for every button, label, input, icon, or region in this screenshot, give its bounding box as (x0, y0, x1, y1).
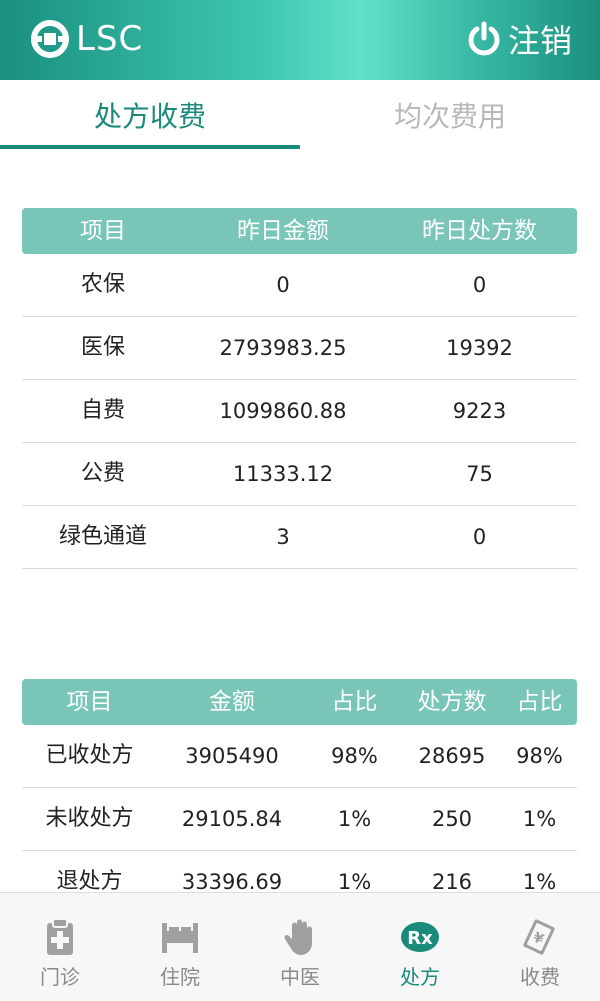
logo-text: LSC (76, 19, 144, 59)
count-cell: 75 (466, 462, 493, 486)
column-header: 占比 (516, 689, 563, 715)
power-icon (468, 21, 500, 56)
prescription-status-scroll[interactable]: 项目 金额 占比 处方数 占比 已收处方 3905490 98% 28695 9… (0, 679, 600, 892)
yesterday-summary-table: 项目 昨日金额 昨日处方数 农保 0 0 医保 2793983.25 19392… (22, 208, 577, 569)
count-cell: 0 (472, 525, 487, 549)
table-row: 未收处方 29105.84 1% 250 1% (22, 788, 577, 851)
count-cell: 28695 (418, 744, 486, 768)
ratio-cell: 98% (331, 744, 378, 768)
amount-cell: 3 (276, 525, 290, 549)
amount-cell: 29105.84 (181, 807, 283, 831)
row-label: 已收处方 (45, 743, 134, 768)
row-label: 自费 (80, 398, 125, 423)
prescription-status-table: 项目 金额 占比 处方数 占比 已收处方 3905490 98% 28695 9… (22, 679, 577, 892)
count-cell: 250 (431, 807, 473, 831)
column-header: 处方数 (417, 689, 487, 715)
nav-label: 门诊 (40, 965, 80, 989)
nav-item-outpatient[interactable]: 门诊 (0, 893, 120, 1001)
column-header: 昨日金额 (237, 218, 329, 244)
nav-item-inpatient[interactable]: 住院 (120, 893, 240, 1001)
ratio-cell: 1% (522, 870, 557, 892)
yuan-bill-icon: ¥ (523, 919, 555, 955)
column-header: 占比 (331, 689, 378, 715)
tab-average-cost[interactable]: 均次费用 (300, 80, 600, 150)
bottom-nav: 门诊 住院 中医 Rx 处方 ¥ 收费 (0, 892, 600, 1001)
table-row: 医保 2793983.25 19392 (22, 317, 577, 380)
hand-icon (284, 919, 312, 955)
amount-cell: 2793983.25 (219, 336, 347, 360)
table-header: 项目 昨日金额 昨日处方数 (22, 208, 577, 254)
table-row: 公费 11333.12 75 (22, 443, 577, 506)
app-header: LSC 注销 (0, 0, 600, 80)
table-row: 退处方 33396.69 1% 216 1% (22, 851, 577, 892)
count-cell: 19392 (446, 336, 513, 360)
amount-cell: 0 (276, 273, 290, 297)
clipboard-plus-icon (47, 918, 73, 955)
amount-cell: 3905490 (185, 744, 279, 768)
amount-cell: 33396.69 (181, 870, 283, 892)
table-header: 项目 金额 占比 处方数 占比 (22, 679, 577, 725)
tab-prescription-fees[interactable]: 处方收费 (0, 80, 300, 150)
row-label: 农保 (80, 272, 125, 297)
ratio-cell: 1% (337, 870, 372, 892)
column-header: 昨日处方数 (422, 218, 537, 244)
row-label: 未收处方 (45, 806, 134, 831)
nav-item-billing[interactable]: ¥ 收费 (480, 893, 600, 1001)
app-logo: LSC (30, 18, 143, 60)
nav-label: 收费 (520, 965, 560, 989)
amount-cell: 1099860.88 (219, 399, 347, 423)
row-label: 医保 (80, 335, 125, 360)
table-row: 自费 1099860.88 9223 (22, 380, 577, 443)
count-cell: 9223 (452, 399, 507, 423)
ratio-cell: 1% (337, 807, 372, 831)
column-header: 项目 (80, 218, 126, 244)
nav-label: 中医 (280, 965, 320, 989)
nav-item-prescription[interactable]: Rx 处方 (360, 893, 480, 1001)
nav-item-tcm[interactable]: 中医 (240, 893, 360, 1001)
amount-cell: 11333.12 (232, 462, 334, 486)
nav-label: 住院 (160, 965, 200, 989)
logout-label: 注销 (507, 22, 572, 60)
bed-icon (162, 923, 198, 953)
nav-label: 处方 (400, 965, 440, 989)
logout-button[interactable]: 注销 (466, 18, 572, 60)
count-cell: 0 (472, 273, 487, 297)
svg-text:Rx: Rx (407, 928, 433, 949)
tab-bar: 处方收费 均次费用 (0, 80, 600, 150)
table-row: 农保 0 0 (22, 254, 577, 317)
table-row: 绿色通道 3 0 (22, 506, 577, 569)
table-row: 已收处方 3905490 98% 28695 98% (22, 725, 577, 788)
column-header: 项目 (66, 689, 113, 715)
active-tab-indicator (0, 145, 300, 149)
column-header: 金额 (209, 689, 255, 715)
row-label: 退处方 (56, 869, 123, 892)
rx-icon: Rx (401, 922, 439, 952)
ratio-cell: 98% (516, 744, 563, 768)
logo-icon (31, 20, 69, 58)
row-label: 绿色通道 (58, 524, 147, 549)
row-label: 公费 (80, 461, 125, 486)
count-cell: 216 (431, 870, 473, 892)
ratio-cell: 1% (522, 807, 557, 831)
